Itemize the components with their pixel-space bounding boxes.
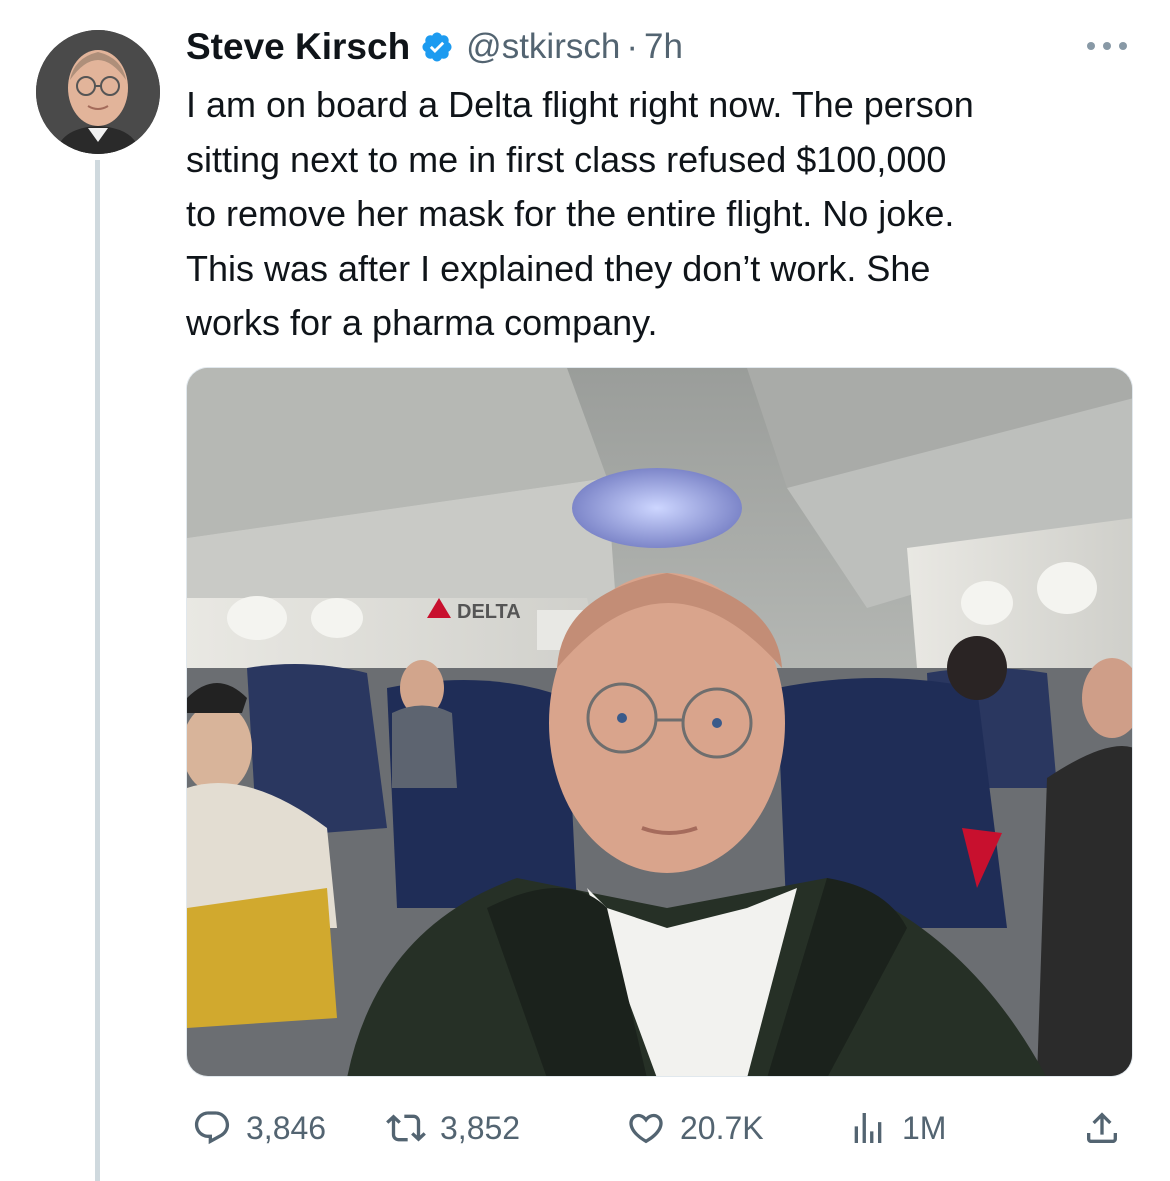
timestamp[interactable]: 7h (644, 27, 683, 67)
share-button[interactable] (1082, 1100, 1122, 1156)
repost-count: 3,852 (440, 1109, 521, 1146)
tweet-photo[interactable]: DELTA (186, 367, 1133, 1077)
like-count: 20.7K (680, 1109, 764, 1146)
reply-button[interactable]: 3,846 (192, 1100, 326, 1156)
tweet-header: Steve Kirsch @stkirsch · 7h (186, 24, 683, 70)
like-icon (629, 1113, 663, 1144)
like-button[interactable]: 20.7K (626, 1100, 764, 1156)
verified-badge-icon (422, 32, 452, 62)
repost-button[interactable]: 3,852 (386, 1100, 520, 1156)
delta-sign: DELTA (457, 601, 521, 623)
share-icon (1087, 1112, 1117, 1143)
views-count: 1M (902, 1109, 947, 1146)
reply-count: 3,846 (246, 1109, 327, 1146)
avatar[interactable] (36, 30, 160, 154)
repost-icon (386, 1114, 426, 1142)
more-icon[interactable] (1082, 34, 1132, 58)
views-button[interactable]: 1M (848, 1100, 946, 1156)
views-icon (854, 1113, 882, 1143)
author-name[interactable]: Steve Kirsch (186, 26, 410, 68)
tweet-actions: 3,846 3,852 20.7K 1M (186, 1100, 1133, 1156)
author-handle[interactable]: @stkirsch (466, 27, 620, 67)
reply-icon (194, 1111, 230, 1145)
airplane-cabin-photo: DELTA (187, 368, 1132, 1076)
avatar-photo (36, 30, 160, 154)
separator-dot: · (626, 27, 638, 66)
tweet-text: I am on board a Delta flight right now. … (186, 84, 974, 343)
thread-connector-line (95, 160, 100, 1181)
